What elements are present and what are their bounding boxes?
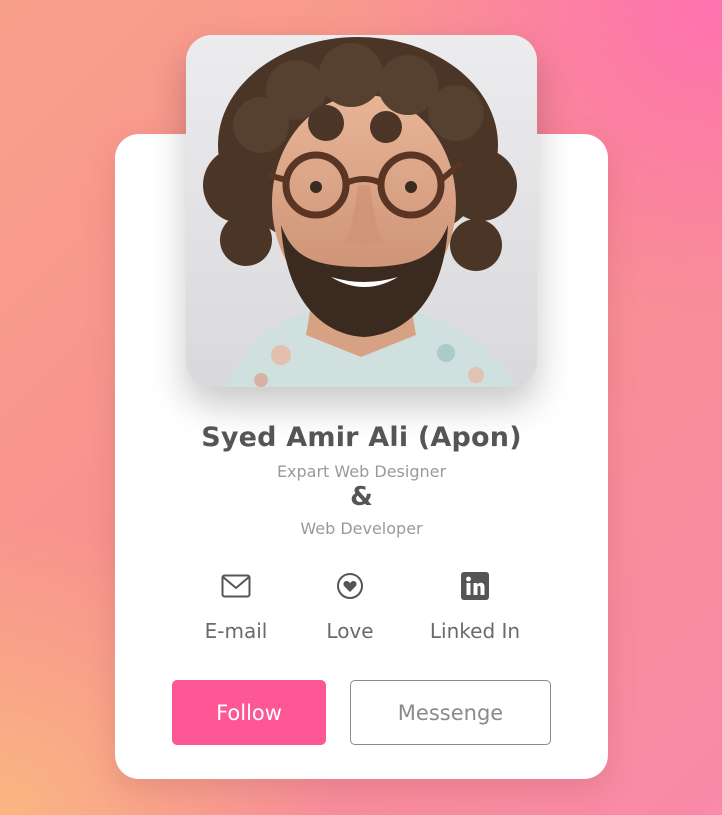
message-button[interactable]: Messenge [350,680,551,745]
social-love-label: Love [326,619,374,643]
profile-ampersand: & [350,482,373,512]
social-email[interactable]: E-mail [176,570,296,643]
heart-icon [290,570,410,602]
linkedin-icon [415,570,535,602]
social-linkedin[interactable]: Linked In [415,570,535,643]
profile-photo [186,35,537,387]
social-email-label: E-mail [204,619,268,643]
follow-button[interactable]: Follow [172,680,326,745]
profile-role-secondary: Web Developer [300,519,423,538]
social-linkedin-label: Linked In [429,619,521,643]
social-love[interactable]: Love [290,570,410,643]
profile-role-primary: Expart Web Designer [276,462,447,481]
profile-name: Syed Amir Ali (Apon) [201,422,522,453]
envelope-icon [176,570,296,602]
